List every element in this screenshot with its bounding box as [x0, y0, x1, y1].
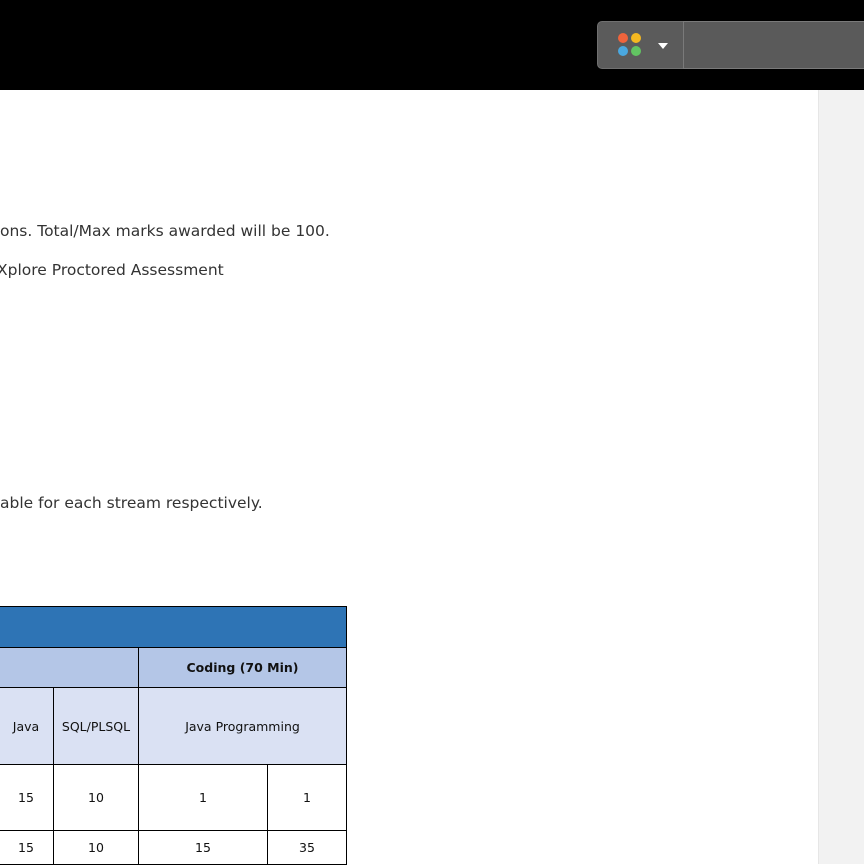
table-subheader-row: Java SQL/PLSQL Java Programming [0, 687, 347, 765]
subheader-java-programming: Java Programming [138, 687, 347, 765]
table-row: 15 10 15 35 [0, 830, 347, 865]
table-title-bar [0, 606, 347, 648]
assessment-table: Coding (70 Min) Java SQL/PLSQL Java Prog… [0, 606, 347, 865]
text-line-assessment: Xplore Proctored Assessment [0, 261, 224, 279]
table-cell: 15 [0, 830, 54, 865]
table-cell: 10 [53, 830, 139, 865]
colored-dots-icon [618, 33, 642, 57]
table-cell: 15 [138, 830, 268, 865]
table-section-row: Coding (70 Min) [0, 647, 347, 688]
subheader-sql: SQL/PLSQL [53, 687, 139, 765]
table-cell: 10 [53, 764, 139, 831]
text-line-stream: able for each stream respectively. [0, 494, 263, 512]
extension-button[interactable] [597, 21, 687, 69]
browser-toolbar [0, 0, 864, 90]
scrollbar-gutter[interactable] [818, 90, 864, 864]
subheader-java: Java [0, 687, 54, 765]
extension-panel[interactable] [683, 21, 864, 69]
table-cell: 1 [138, 764, 268, 831]
coding-header: Coding (70 Min) [138, 647, 347, 688]
table-cell: 15 [0, 764, 54, 831]
table-cell: 1 [267, 764, 347, 831]
text-line-marks: ons. Total/Max marks awarded will be 100… [0, 222, 330, 240]
caret-down-icon[interactable] [658, 43, 668, 49]
section-header-empty [0, 647, 139, 688]
table-cell: 35 [267, 830, 347, 865]
table-row: 15 10 1 1 [0, 764, 347, 831]
table-header-row [0, 606, 347, 648]
